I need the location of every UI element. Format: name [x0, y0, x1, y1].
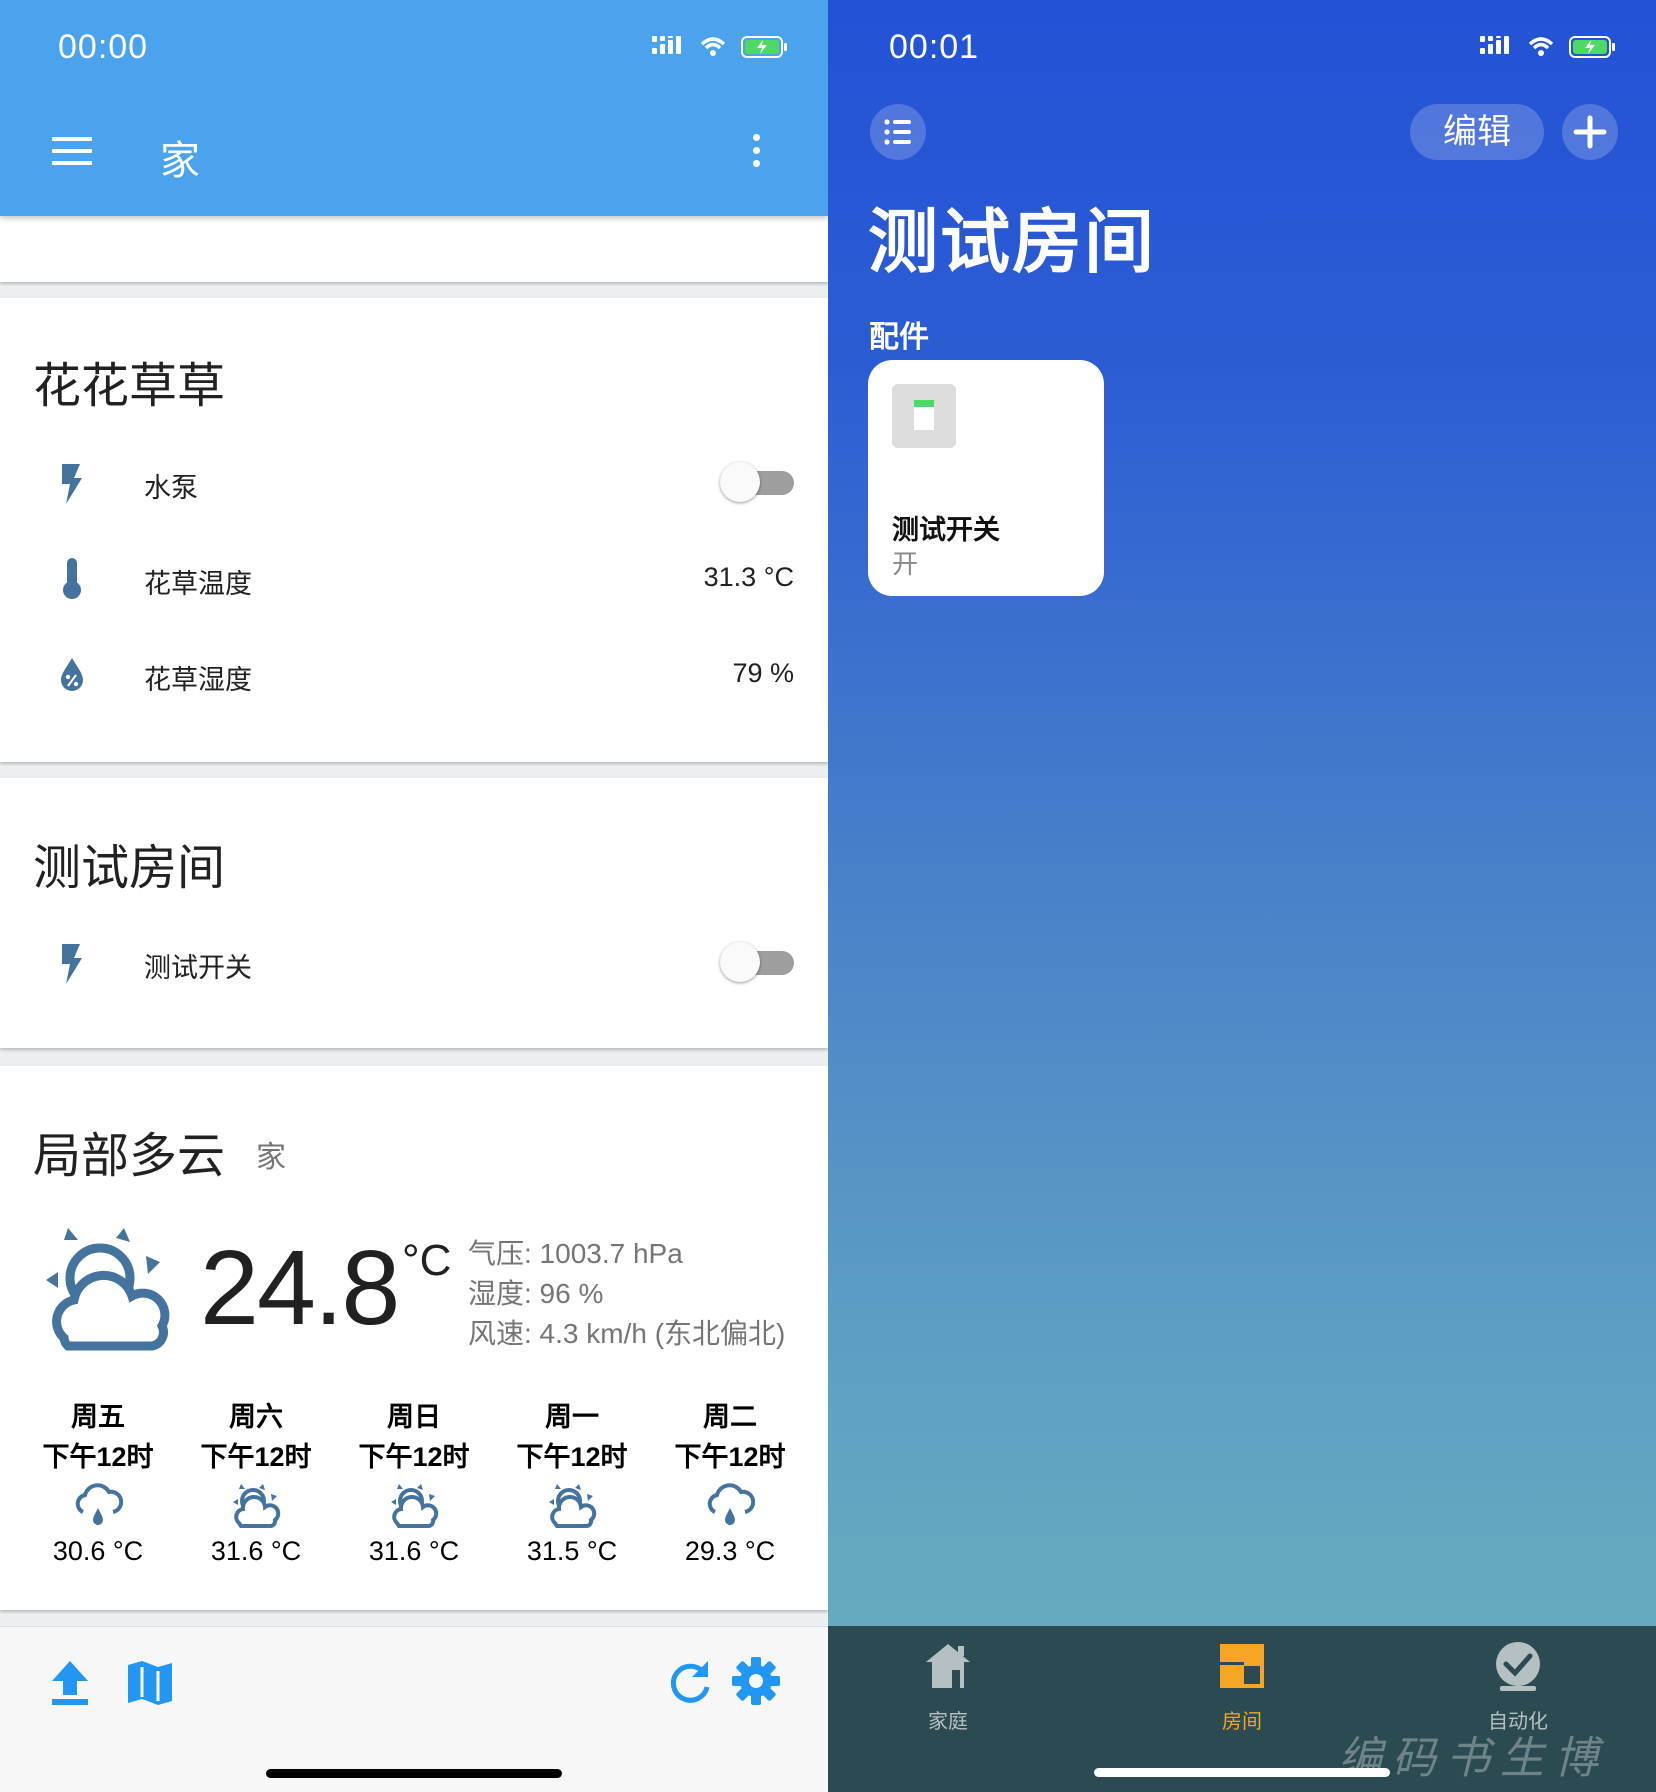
pump-toggle[interactable]	[720, 462, 794, 502]
partly-cloudy-icon	[391, 1484, 439, 1528]
forecast-time: 下午12时	[358, 1442, 470, 1472]
accessory-name: 测试开关	[892, 515, 1000, 545]
entity-value: 31.3 °C	[703, 562, 794, 592]
flash-icon	[62, 944, 82, 984]
tab-rooms[interactable]: 房间	[1142, 1640, 1342, 1734]
garden-card: 花花草草 水泵 花草温度 31.3 °C 花草湿度 79 %	[0, 298, 828, 762]
status-time: 00:00	[58, 28, 149, 66]
entity-label: 测试开关	[144, 953, 252, 983]
forecast-day: 周日	[387, 1402, 441, 1432]
forecast-temp: 30.6 °C	[52, 1536, 144, 1566]
wind-attribute: 风速: 4.3 km/h (东北偏北)	[468, 1318, 786, 1349]
status-bar: 00:01	[828, 0, 1656, 100]
forecast-day: 周六	[229, 1402, 283, 1432]
current-temperature: 24.8	[200, 1229, 400, 1347]
switch-icon	[892, 384, 956, 448]
entity-label: 花草温度	[144, 569, 252, 599]
page-title: 家	[160, 139, 200, 183]
map-icon[interactable]	[124, 1657, 176, 1709]
thermometer-icon	[63, 558, 81, 599]
add-button[interactable]	[1562, 104, 1618, 160]
ios-home-pane: 00:01 编辑 测试房间 配件 测试开关 开 家庭 房间 自动化 编码书生博	[828, 0, 1656, 1792]
rooms-icon	[1220, 1644, 1264, 1688]
tab-automation[interactable]: 自动化	[1418, 1640, 1618, 1734]
status-icons	[652, 36, 787, 58]
entity-value: 79 %	[732, 658, 794, 688]
forecast-day: 周二	[703, 1402, 757, 1432]
tab-label: 家庭	[928, 1711, 968, 1733]
status-bar: 00:00	[0, 0, 828, 100]
bottom-toolbar	[0, 1626, 828, 1792]
water-percent-icon	[61, 658, 83, 691]
weather-state: 局部多云	[33, 1130, 226, 1183]
tab-home[interactable]: 家庭	[848, 1640, 1048, 1734]
temperature-unit: °C	[402, 1236, 452, 1285]
plus-icon	[1573, 115, 1607, 149]
more-options-icon[interactable]	[748, 134, 764, 170]
card-title: 测试房间	[33, 842, 226, 895]
flash-icon	[62, 464, 82, 504]
status-time: 00:01	[889, 28, 980, 66]
home-assistant-pane: 00:00 家 花花草草 水泵 花草温度 31.3 °C 花草湿度 79 % 测…	[0, 0, 828, 1792]
partly-cloudy-icon	[233, 1484, 281, 1528]
list-icon	[884, 119, 911, 145]
house-icon	[926, 1644, 970, 1688]
home-indicator[interactable]	[266, 1769, 562, 1778]
forecast-time: 下午12时	[674, 1442, 786, 1472]
status-icons	[1480, 36, 1615, 58]
entity-label: 花草湿度	[144, 665, 252, 695]
upload-icon[interactable]	[44, 1657, 96, 1709]
forecast-temp: 31.6 °C	[368, 1536, 460, 1566]
forecast-time: 下午12时	[200, 1442, 312, 1472]
humidity-attribute: 湿度: 96 %	[468, 1278, 604, 1309]
forecast-temp: 31.5 °C	[526, 1536, 618, 1566]
accessory-tile[interactable]: 测试开关 开	[868, 360, 1104, 596]
forecast-time: 下午12时	[42, 1442, 154, 1472]
partly-cloudy-icon	[549, 1484, 597, 1528]
pressure-attribute: 气压: 1003.7 hPa	[468, 1238, 683, 1269]
room-title: 测试房间	[868, 203, 1156, 281]
test-room-card: 测试房间 测试开关	[0, 778, 828, 1048]
entity-label: 水泵	[144, 473, 198, 503]
app-bar: 00:00 家	[0, 0, 828, 216]
tab-label: 房间	[1222, 1711, 1262, 1733]
forecast-time: 下午12时	[516, 1442, 628, 1472]
weather-entity-name: 家	[256, 1141, 286, 1174]
menu-icon[interactable]	[52, 137, 92, 167]
rainy-icon	[707, 1483, 755, 1525]
forecast-day: 周五	[71, 1402, 125, 1432]
forecast-day: 周一	[545, 1402, 599, 1432]
section-label: 配件	[869, 321, 929, 354]
card-title: 花花草草	[33, 360, 226, 413]
refresh-icon[interactable]	[664, 1657, 716, 1709]
room-list-button[interactable]	[870, 104, 926, 160]
edit-button[interactable]: 编辑	[1410, 104, 1544, 160]
rainy-icon	[75, 1483, 123, 1525]
settings-icon[interactable]	[730, 1655, 782, 1707]
test-switch-toggle[interactable]	[720, 942, 794, 982]
partly-cloudy-icon	[46, 1228, 170, 1351]
forecast-temp: 29.3 °C	[684, 1536, 776, 1566]
automation-icon	[1496, 1642, 1540, 1691]
accessory-status: 开	[892, 549, 919, 579]
forecast-temp: 31.6 °C	[210, 1536, 302, 1566]
watermark-text: 编码书生博客	[1338, 1733, 1608, 1784]
